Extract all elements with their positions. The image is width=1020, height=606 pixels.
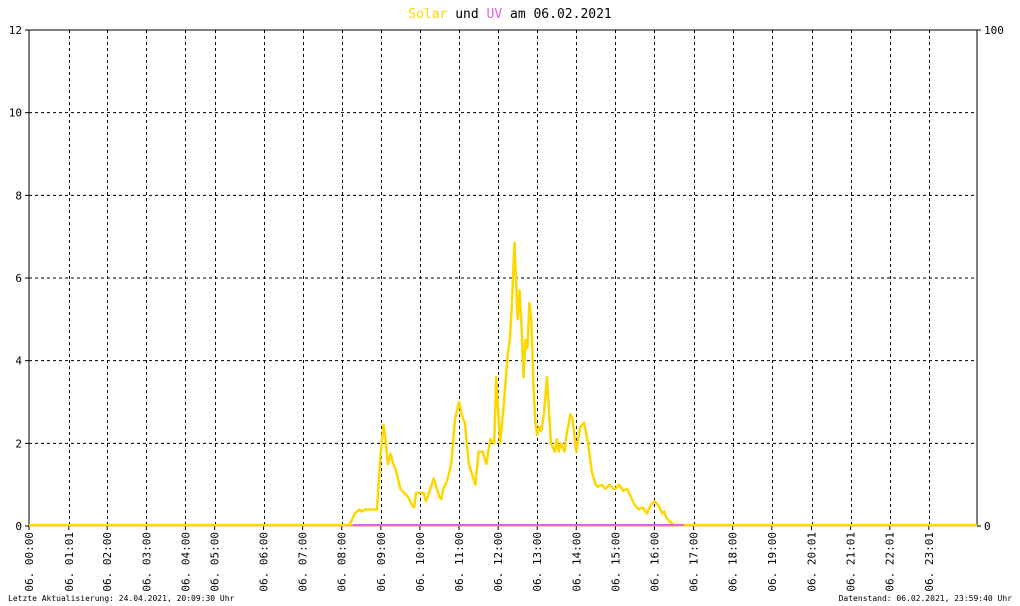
series-group bbox=[29, 241, 977, 527]
y-axis-left: 0 2 4 6 8 10 12 bbox=[9, 24, 29, 533]
x-tick-label: 06. 18:00 bbox=[727, 532, 740, 592]
y-tick-label-left: 8 bbox=[15, 189, 22, 202]
footer-last-update: Letzte Aktualisierung: 24.04.2021, 20:09… bbox=[8, 594, 235, 603]
footer-data-status: Datenstand: 06.02.2021, 23:59:40 Uhr bbox=[839, 594, 1013, 603]
x-tick-label: 06. 17:00 bbox=[688, 532, 701, 592]
x-tick-label: 06. 05:00 bbox=[209, 532, 222, 592]
x-tick-label: 06. 06:00 bbox=[258, 532, 271, 592]
title-und: und bbox=[447, 7, 486, 22]
x-tick-label: 06. 03:00 bbox=[140, 532, 153, 592]
x-tick-label: 06. 21:01 bbox=[845, 532, 858, 592]
x-tick-label: 06. 07:00 bbox=[297, 532, 310, 592]
x-tick-label: 06. 01:01 bbox=[63, 532, 76, 592]
x-tick-label: 06. 22:01 bbox=[884, 532, 897, 592]
y-tick-label-left: 12 bbox=[9, 24, 22, 37]
y-tick-label-left: 0 bbox=[15, 520, 22, 533]
x-tick-label: 06. 00:00 bbox=[23, 532, 36, 592]
grid-lines bbox=[29, 30, 977, 526]
x-tick-label: 06. 12:00 bbox=[492, 532, 505, 592]
y-tick-label-left: 4 bbox=[15, 355, 22, 368]
title-date: am 06.02.2021 bbox=[502, 7, 612, 22]
x-tick-label: 06. 15:00 bbox=[609, 532, 622, 592]
x-tick-label: 06. 04:00 bbox=[179, 532, 192, 592]
title-solar: Solar bbox=[408, 7, 447, 22]
series-line-solar bbox=[29, 241, 977, 527]
y-axis-right: 0 100 bbox=[977, 24, 1004, 533]
chart-title: Solar und UV am 06.02.2021 bbox=[408, 7, 612, 22]
x-tick-label: 06. 14:00 bbox=[570, 532, 583, 592]
x-tick-label: 06. 10:00 bbox=[414, 532, 427, 592]
y-tick-label-left: 2 bbox=[15, 437, 22, 450]
y-tick-label-right: 100 bbox=[984, 24, 1004, 37]
x-tick-label: 06. 19:00 bbox=[766, 532, 779, 592]
x-tick-label: 06. 16:00 bbox=[648, 532, 661, 592]
y-tick-label-right: 0 bbox=[984, 520, 991, 533]
x-tick-label: 06. 20:01 bbox=[806, 532, 819, 592]
x-axis: 06. 00:00 06. 01:01 06. 02:00 06. 03:00 06. … bbox=[23, 526, 936, 592]
x-tick-label: 06. 11:00 bbox=[453, 532, 466, 592]
x-tick-label: 06. 02:00 bbox=[101, 532, 114, 592]
solar-uv-chart: 0 2 4 6 8 10 12 0 100 06. 00:00 06. 01:01 06. 02:… bbox=[8, 7, 1013, 603]
x-tick-label: 06. 08:00 bbox=[336, 532, 349, 592]
x-tick-label: 06. 09:00 bbox=[375, 532, 388, 592]
x-tick-label: 06. 13:00 bbox=[531, 532, 544, 592]
x-tick-label: 06. 23:01 bbox=[923, 532, 936, 592]
y-tick-label-left: 10 bbox=[9, 107, 22, 120]
title-uv: UV bbox=[487, 7, 503, 22]
y-tick-label-left: 6 bbox=[15, 272, 22, 285]
